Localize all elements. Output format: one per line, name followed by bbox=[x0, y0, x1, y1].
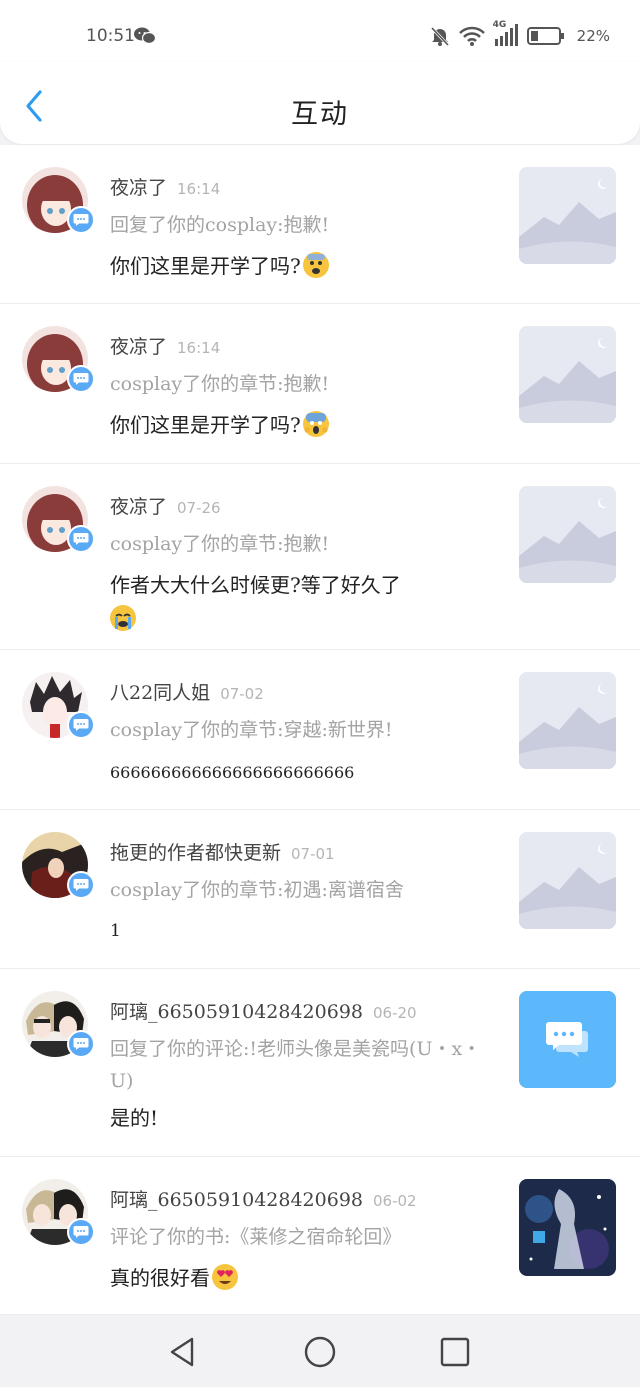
list-item[interactable]: 夜凉了 16:14 回复了你的cosplay:抱歉! 你们这里是开学了吗? bbox=[0, 145, 640, 304]
context-text: cosplay了你的章节:抱歉! bbox=[110, 373, 330, 395]
username[interactable]: 拖更的作者都快更新 bbox=[110, 842, 281, 864]
list-item[interactable]: 阿璃_66505910428420698 06-02 评论了你的书:《莱修之宿命轮… bbox=[0, 1157, 640, 1315]
username[interactable]: 夜凉了 bbox=[110, 496, 167, 518]
timestamp: 07-02 bbox=[220, 685, 264, 703]
timestamp: 07-26 bbox=[177, 499, 221, 517]
chat-bubble-icon bbox=[73, 214, 89, 226]
chat-bubble-icon bbox=[73, 719, 89, 731]
chat-bubble-icon bbox=[73, 533, 89, 545]
screaming-face-icon bbox=[302, 411, 329, 437]
list-item[interactable]: 拖更的作者都快更新 07-01 cosplay了你的章节:初遇:离谱宿舍 1 bbox=[0, 810, 640, 969]
chat-bubble-icon bbox=[73, 879, 89, 891]
interaction-list: 夜凉了 16:14 回复了你的cosplay:抱歉! 你们这里是开学了吗? 夜凉了… bbox=[0, 145, 640, 1315]
list-item[interactable]: 八22同人姐 07-02 cosplay了你的章节:穿越:新世界! 6666666… bbox=[0, 650, 640, 810]
mute-bell-icon bbox=[430, 26, 449, 47]
item-header: 夜凉了 07-26 bbox=[110, 492, 221, 519]
message-body: 你们这里是开学了吗? bbox=[110, 413, 301, 437]
context-text: cosplay了你的章节:穿越:新世界! bbox=[110, 719, 393, 741]
timestamp: 06-02 bbox=[373, 1192, 417, 1210]
context-text: 评论了你的书:《莱修之宿命轮回》 bbox=[110, 1226, 402, 1248]
item-header: 夜凉了 16:14 bbox=[110, 173, 220, 200]
nav-home-icon[interactable] bbox=[303, 1335, 337, 1369]
username[interactable]: 夜凉了 bbox=[110, 177, 167, 199]
landscape-placeholder-icon bbox=[519, 486, 616, 583]
landscape-placeholder-icon bbox=[519, 832, 616, 929]
chat-bubble-icon bbox=[73, 1038, 89, 1050]
timestamp: 07-01 bbox=[291, 845, 335, 863]
context-text: 回复了你的cosplay:抱歉! bbox=[110, 214, 330, 236]
status-bar: 10:51 4G 22% bbox=[0, 0, 640, 70]
item-header: 阿璃_66505910428420698 06-02 bbox=[110, 1185, 417, 1212]
message-text: 你们这里是开学了吗? bbox=[110, 249, 500, 283]
header-bar: 互动 bbox=[0, 62, 640, 144]
message-text: 是的! bbox=[110, 1106, 159, 1130]
item-header: 拖更的作者都快更新 07-01 bbox=[110, 838, 335, 865]
message-body: 作者大大什么时候更?等了好久了 bbox=[110, 573, 401, 597]
message-text: 666666666666666666666666 bbox=[110, 763, 355, 782]
system-nav-bar bbox=[0, 1315, 640, 1387]
wechat-icon bbox=[134, 27, 156, 45]
list-item[interactable]: 夜凉了 07-26 cosplay了你的章节:抱歉! 作者大大什么时候更?等了好久… bbox=[0, 464, 640, 650]
message-text: 真的很好看 bbox=[110, 1261, 500, 1295]
status-icons: 4G 22% bbox=[429, 20, 610, 50]
landscape-placeholder-icon bbox=[519, 672, 616, 769]
message-text: 1 bbox=[110, 921, 121, 941]
item-header: 八22同人姐 07-02 bbox=[110, 678, 264, 705]
item-header: 夜凉了 16:14 bbox=[110, 332, 220, 359]
timestamp: 06-20 bbox=[373, 1004, 417, 1022]
username[interactable]: 阿璃_66505910428420698 bbox=[110, 1189, 363, 1211]
comment-thumbnail[interactable] bbox=[519, 991, 616, 1088]
status-time: 10:51 bbox=[86, 26, 135, 46]
message-badge bbox=[67, 871, 95, 899]
list-item[interactable]: 夜凉了 16:14 cosplay了你的章节:抱歉! 你们这里是开学了吗? bbox=[0, 304, 640, 464]
context-text: cosplay了你的章节:抱歉! bbox=[110, 533, 330, 555]
wifi-icon bbox=[458, 26, 485, 46]
list-item[interactable]: 阿璃_66505910428420698 06-20 回复了你的评论:!老师头像是… bbox=[0, 969, 640, 1157]
chat-bubble-icon bbox=[73, 373, 89, 385]
landscape-placeholder-icon bbox=[519, 167, 616, 264]
chat-bubble-icon bbox=[73, 1226, 89, 1238]
username[interactable]: 八22同人姐 bbox=[110, 682, 210, 704]
context-text: 回复了你的评论:!老师头像是美瓷吗(U・x・U) bbox=[110, 1038, 482, 1092]
book-cover-image bbox=[519, 1179, 616, 1276]
heart-eyes-face-icon bbox=[212, 1264, 238, 1290]
battery-level: 22% bbox=[576, 27, 610, 45]
content-thumbnail[interactable] bbox=[519, 672, 616, 769]
message-body: 你们这里是开学了吗? bbox=[110, 254, 301, 278]
username[interactable]: 阿璃_66505910428420698 bbox=[110, 1001, 363, 1023]
battery-icon bbox=[526, 27, 564, 45]
message-text: 作者大大什么时候更?等了好久了 bbox=[110, 568, 500, 636]
book-cover-thumbnail[interactable] bbox=[519, 1179, 616, 1276]
content-thumbnail[interactable] bbox=[519, 167, 616, 264]
crying-face-icon bbox=[110, 605, 136, 631]
message-badge bbox=[67, 1218, 95, 1246]
message-badge bbox=[67, 1030, 95, 1058]
nav-recents-icon[interactable] bbox=[438, 1335, 472, 1369]
message-body: 真的很好看 bbox=[110, 1266, 210, 1290]
message-badge bbox=[67, 365, 95, 393]
timestamp: 16:14 bbox=[177, 180, 221, 198]
page-title: 互动 bbox=[291, 99, 349, 130]
message-badge bbox=[67, 525, 95, 553]
nav-back-icon[interactable] bbox=[166, 1335, 200, 1369]
context-text: cosplay了你的章节:初遇:离谱宿舍 bbox=[110, 879, 404, 901]
fearful-face-icon bbox=[302, 252, 329, 278]
comment-bubbles-icon bbox=[519, 991, 616, 1088]
landscape-placeholder-icon bbox=[519, 326, 616, 423]
timestamp: 16:14 bbox=[177, 339, 221, 357]
content-thumbnail[interactable] bbox=[519, 832, 616, 929]
content-thumbnail[interactable] bbox=[519, 486, 616, 583]
message-badge bbox=[67, 206, 95, 234]
item-header: 阿璃_66505910428420698 06-20 bbox=[110, 997, 417, 1024]
content-thumbnail[interactable] bbox=[519, 326, 616, 423]
message-text: 你们这里是开学了吗? bbox=[110, 408, 500, 442]
message-badge bbox=[67, 711, 95, 739]
signal-icon: 4G bbox=[493, 20, 519, 48]
username[interactable]: 夜凉了 bbox=[110, 336, 167, 358]
